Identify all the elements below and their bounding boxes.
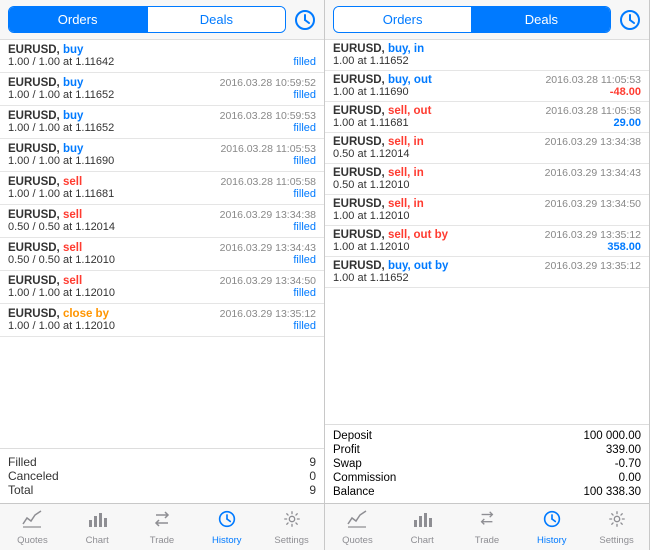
quotes-icon: [22, 510, 42, 534]
right-deals-tab[interactable]: Deals: [473, 7, 610, 32]
left-tab-bar: Orders Deals: [0, 0, 324, 40]
left-nav-quotes[interactable]: Quotes: [0, 508, 65, 548]
balance-swap-row: Swap -0.70: [333, 457, 641, 471]
swap-value: -0.70: [615, 458, 641, 470]
left-nav-chart[interactable]: Chart: [65, 508, 130, 548]
balance-deposit-row: Deposit 100 000.00: [333, 429, 641, 443]
right-nav-quotes[interactable]: Quotes: [325, 508, 390, 548]
left-nav-trade-label: Trade: [150, 535, 174, 546]
summary-canceled-label: Canceled: [8, 469, 59, 483]
right-nav-settings[interactable]: Settings: [584, 508, 649, 548]
left-deals-tab[interactable]: Deals: [148, 7, 285, 32]
left-nav-history[interactable]: History: [194, 508, 259, 548]
trade-item: EURUSD, buy 2016.03.28 10:59:52 1.00 / 1…: [0, 73, 324, 106]
left-nav-quotes-label: Quotes: [17, 535, 48, 546]
right-settings-icon: [607, 510, 627, 534]
right-chart-icon: [412, 510, 432, 534]
deal-item: EURUSD, sell, out by 2016.03.29 13:35:12…: [325, 226, 649, 257]
deal-item: EURUSD, buy, out 2016.03.28 11:05:53 1.0…: [325, 71, 649, 102]
trade-item: EURUSD, sell 2016.03.29 13:34:38 0.50 / …: [0, 205, 324, 238]
right-trade-icon: [477, 510, 497, 534]
trade-item: EURUSD, buy 2016.03.28 11:05:53 1.00 / 1…: [0, 139, 324, 172]
left-tab-group: Orders Deals: [8, 6, 286, 33]
trade-icon: [152, 510, 172, 534]
right-nav-settings-label: Settings: [599, 535, 633, 546]
left-orders-tab[interactable]: Orders: [9, 7, 146, 32]
left-panel: Orders Deals EURUSD, buy 1.00 / 1.00 at …: [0, 0, 325, 550]
left-bottom-nav: Quotes Chart Tra: [0, 503, 324, 550]
right-nav-trade-label: Trade: [475, 535, 499, 546]
trade-item: EURUSD, sell 2016.03.28 11:05:58 1.00 / …: [0, 172, 324, 205]
summary-filled-value: 9: [309, 455, 316, 469]
summary-total-value: 9: [309, 483, 316, 497]
profit-value: 339.00: [606, 444, 641, 456]
left-nav-settings[interactable]: Settings: [259, 508, 324, 548]
balance-value: 100 338.30: [583, 486, 641, 498]
deal-item: EURUSD, buy, out by 2016.03.29 13:35:12 …: [325, 257, 649, 288]
summary-filled-label: Filled: [8, 455, 37, 469]
history-icon-active: [217, 510, 237, 534]
right-nav-trade[interactable]: Trade: [455, 508, 520, 548]
right-orders-tab[interactable]: Orders: [334, 7, 471, 32]
deal-item: EURUSD, sell, in 2016.03.29 13:34:43 0.5…: [325, 164, 649, 195]
profit-label: Profit: [333, 444, 360, 456]
balance-profit-row: Profit 339.00: [333, 443, 641, 457]
balance-commission-row: Commission 0.00: [333, 471, 641, 485]
right-deals-list: EURUSD, buy, in 1.00 at 1.11652 EURUSD, …: [325, 40, 649, 424]
right-nav-chart[interactable]: Chart: [390, 508, 455, 548]
right-nav-history-label: History: [537, 535, 567, 546]
trade-item: EURUSD, close by 2016.03.29 13:35:12 1.0…: [0, 304, 324, 337]
deal-item: EURUSD, sell, in 2016.03.29 13:34:50 1.0…: [325, 195, 649, 226]
left-summary: Filled 9 Canceled 0 Total 9: [0, 448, 324, 503]
summary-canceled-row: Canceled 0: [8, 469, 316, 483]
commission-value: 0.00: [619, 472, 641, 484]
left-nav-chart-label: Chart: [86, 535, 109, 546]
deal-item: EURUSD, sell, out 2016.03.28 11:05:58 1.…: [325, 102, 649, 133]
right-panel: Orders Deals EURUSD, buy, in 1.00 at 1.1…: [325, 0, 650, 550]
trade-item: EURUSD, sell 2016.03.29 13:34:43 0.50 / …: [0, 238, 324, 271]
right-tab-group: Orders Deals: [333, 6, 611, 33]
deal-item: EURUSD, buy, in 1.00 at 1.11652: [325, 40, 649, 71]
right-bottom-nav: Quotes Chart Tra: [325, 503, 649, 550]
right-nav-history[interactable]: History: [519, 508, 584, 548]
trade-item: EURUSD, buy 2016.03.28 10:59:53 1.00 / 1…: [0, 106, 324, 139]
trade-item: EURUSD, buy 1.00 / 1.00 at 1.11642 fille…: [0, 40, 324, 73]
left-nav-history-label: History: [212, 535, 242, 546]
deposit-value: 100 000.00: [583, 430, 641, 442]
deal-item: EURUSD, sell, in 2016.03.29 13:34:38 0.5…: [325, 133, 649, 164]
left-trade-list: EURUSD, buy 1.00 / 1.00 at 1.11642 fille…: [0, 40, 324, 448]
right-tab-bar: Orders Deals: [325, 0, 649, 40]
summary-total-row: Total 9: [8, 483, 316, 497]
trade-item: EURUSD, sell 2016.03.29 13:34:50 1.00 / …: [0, 271, 324, 304]
right-quotes-icon: [347, 510, 367, 534]
deposit-label: Deposit: [333, 430, 372, 442]
balance-section: Deposit 100 000.00 Profit 339.00 Swap -0…: [325, 424, 649, 503]
left-clock-button[interactable]: [294, 9, 316, 31]
swap-label: Swap: [333, 458, 362, 470]
chart-icon: [87, 510, 107, 534]
balance-total-row: Balance 100 338.30: [333, 485, 641, 499]
commission-label: Commission: [333, 472, 396, 484]
right-nav-chart-label: Chart: [411, 535, 434, 546]
right-nav-quotes-label: Quotes: [342, 535, 373, 546]
settings-icon: [282, 510, 302, 534]
right-clock-button[interactable]: [619, 9, 641, 31]
balance-label: Balance: [333, 486, 375, 498]
summary-canceled-value: 0: [309, 469, 316, 483]
left-nav-trade[interactable]: Trade: [130, 508, 195, 548]
summary-total-label: Total: [8, 483, 33, 497]
summary-filled-row: Filled 9: [8, 455, 316, 469]
left-nav-settings-label: Settings: [274, 535, 308, 546]
right-history-icon: [542, 510, 562, 534]
